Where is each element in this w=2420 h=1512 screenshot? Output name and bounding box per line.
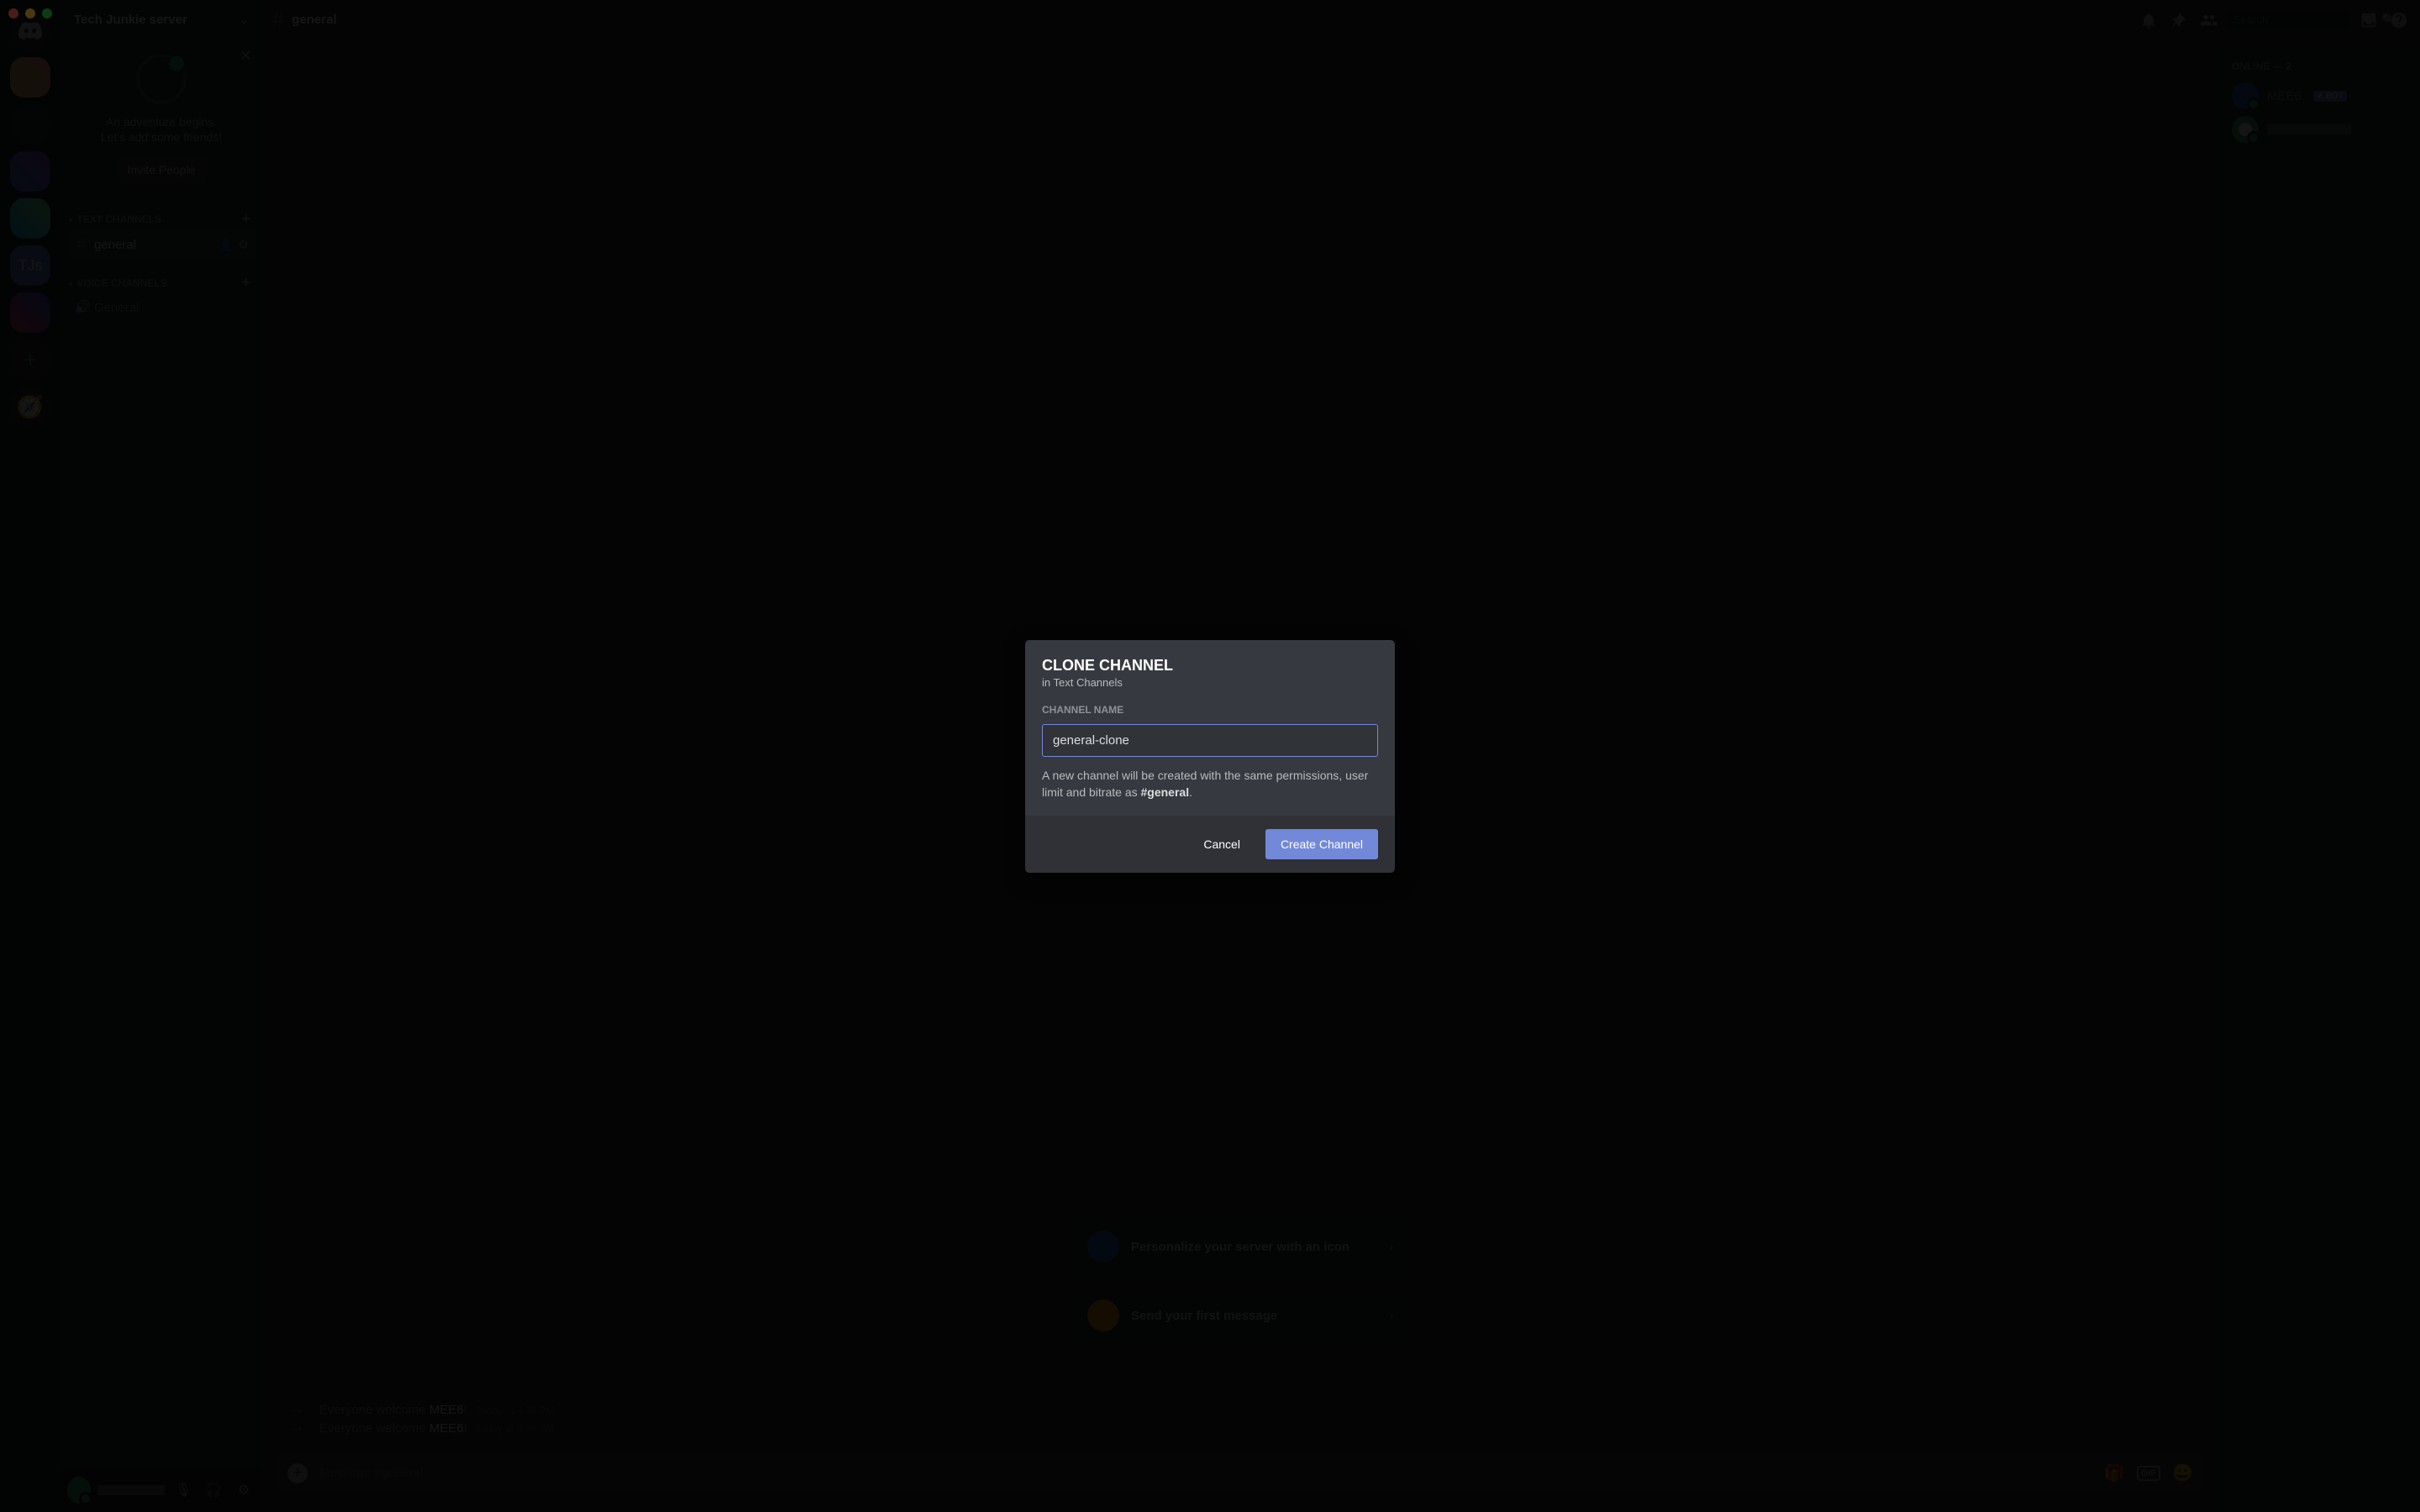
modal-footer: Cancel Create Channel [1025,816,1395,873]
channel-name-input[interactable] [1042,724,1378,757]
modal-field-label: Channel Name [1042,704,1378,716]
clone-channel-modal: Clone Channel in Text Channels Channel N… [1025,640,1395,873]
modal-backdrop[interactable]: Clone Channel in Text Channels Channel N… [0,0,2420,1512]
modal-title: Clone Channel [1042,657,1378,675]
create-channel-button[interactable]: Create Channel [1265,829,1378,859]
modal-help-text: A new channel will be created with the s… [1042,767,1378,801]
modal-subtitle: in Text Channels [1042,676,1378,689]
cancel-button[interactable]: Cancel [1190,829,1254,859]
